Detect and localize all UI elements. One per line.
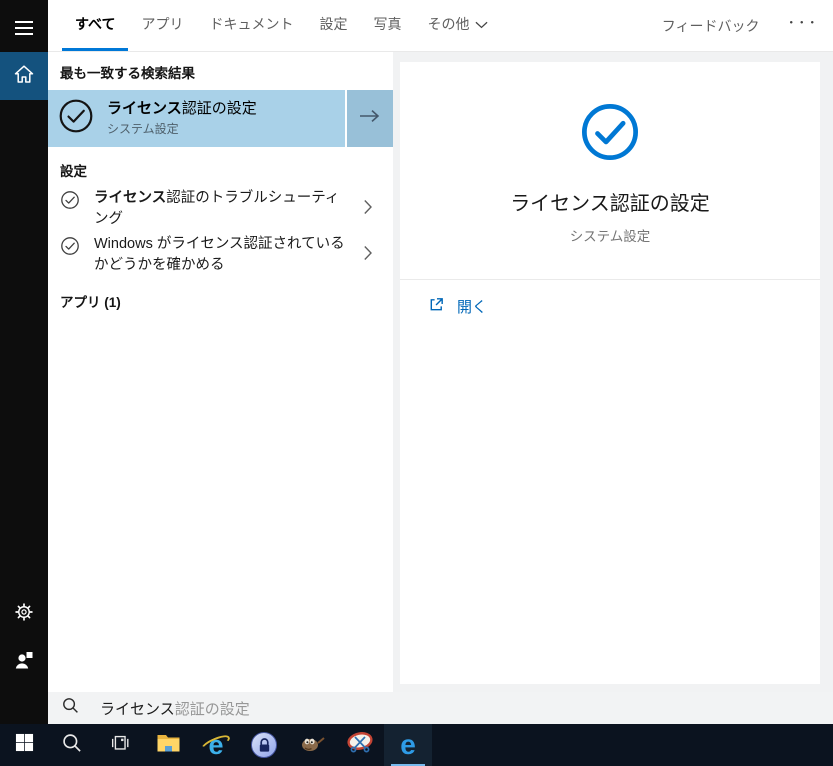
account-button[interactable] — [0, 638, 48, 686]
settings-section-header: 設定 — [60, 164, 87, 179]
internet-explorer-icon: e — [199, 731, 232, 759]
tab-label: すべて — [75, 16, 116, 32]
scissors-app-button[interactable] — [336, 724, 384, 766]
more-options-button[interactable]: ･･･ — [787, 12, 819, 39]
task-view-icon — [109, 732, 131, 759]
hamburger-bar — [15, 33, 33, 35]
hamburger-menu-icon[interactable] — [0, 4, 48, 52]
apps-section-header: アプリ (1) — [60, 295, 121, 311]
internet-explorer-button[interactable]: e — [192, 724, 240, 766]
result-item-label: ライセンス認証のトラブルシューティング — [94, 188, 349, 230]
tab-documents[interactable]: ドキュメント — [196, 0, 306, 51]
search-window: すべて アプリ ドキュメント 設定 写真 その他 フィードバック ･･･ 最も一… — [0, 0, 833, 724]
best-match-item[interactable]: ライセンス認証の設定 システム設定 — [48, 90, 345, 147]
windows-start-icon — [15, 733, 34, 757]
best-match-title: ライセンス認証の設定 — [107, 100, 257, 119]
best-match-text: ライセンス認証の設定 システム設定 — [107, 100, 257, 138]
results-panel: 最も一致する検索結果 ライセンス認証の設定 システム設定 設定 ライセンス認証の… — [48, 52, 393, 692]
tab-label: 設定 — [319, 16, 348, 32]
tab-more[interactable]: その他 — [414, 0, 501, 51]
tab-label: 写真 — [373, 16, 402, 32]
title-rest: 認証の設定 — [181, 99, 257, 117]
gear-icon — [14, 602, 34, 627]
home-icon — [13, 64, 35, 89]
hamburger-bar — [15, 27, 33, 29]
best-match-header: 最も一致する検索結果 — [60, 66, 195, 81]
label-rest: Windows がライセンス認証されているかどうかを確かめる — [94, 236, 345, 274]
chevron-right-icon — [363, 199, 373, 220]
file-explorer-button[interactable] — [144, 724, 192, 766]
check-circle-icon — [400, 102, 820, 162]
scissors-app-icon — [346, 730, 374, 761]
keepass-lock-icon — [251, 732, 277, 758]
tab-settings[interactable]: 設定 — [306, 0, 360, 51]
search-suggestion-text: 認証の設定 — [174, 700, 250, 718]
title-bold: ライセンス — [107, 99, 182, 117]
open-external-icon — [428, 296, 445, 317]
check-circle-icon — [60, 236, 80, 261]
settings-button[interactable] — [0, 590, 48, 638]
search-header: すべて アプリ ドキュメント 設定 写真 その他 フィードバック ･･･ — [48, 0, 833, 52]
search-input[interactable]: ライセンス 認証の設定 — [48, 692, 833, 724]
tab-label: ドキュメント — [209, 16, 294, 32]
file-explorer-icon — [156, 732, 181, 759]
feedback-link[interactable]: フィードバック — [662, 16, 760, 36]
task-view-button[interactable] — [96, 724, 144, 766]
open-link[interactable]: 開く — [428, 296, 820, 317]
check-circle-icon — [60, 190, 80, 215]
label-bold: ライセンス — [94, 190, 167, 206]
chevron-right-icon — [363, 245, 373, 266]
tab-label: その他 — [427, 16, 470, 32]
hamburger-bar — [15, 21, 33, 23]
divider — [400, 279, 820, 280]
preview-area: ライセンス認証の設定 システム設定 開く — [393, 52, 833, 692]
chevron-down-icon — [475, 16, 488, 32]
best-match-row: ライセンス認証の設定 システム設定 — [48, 90, 393, 147]
header-right: フィードバック ･･･ — [662, 0, 833, 51]
search-icon — [62, 733, 82, 758]
taskbar: e e — [0, 724, 833, 766]
tab-label: アプリ — [141, 16, 184, 32]
expand-arrow-button[interactable] — [347, 90, 393, 147]
edge-icon: e — [400, 729, 416, 760]
edge-button[interactable]: e — [384, 724, 432, 766]
search-typed-text: ライセンス — [100, 700, 175, 718]
taskbar-search-button[interactable] — [48, 724, 96, 766]
home-button[interactable] — [0, 52, 48, 100]
tab-apps[interactable]: アプリ — [128, 0, 196, 51]
filter-tabs: すべて アプリ ドキュメント 設定 写真 その他 — [62, 0, 501, 51]
tab-all[interactable]: すべて — [62, 0, 129, 51]
result-item-troubleshoot[interactable]: ライセンス認証のトラブルシューティング — [48, 188, 393, 230]
start-button[interactable] — [0, 724, 48, 766]
result-item-label: Windows がライセンス認証されているかどうかを確かめる — [94, 234, 349, 276]
best-match-subtitle: システム設定 — [107, 122, 179, 137]
arrow-right-icon — [359, 109, 381, 128]
preview-subtitle: システム設定 — [569, 229, 651, 244]
tab-photos[interactable]: 写真 — [360, 0, 414, 51]
preview-title: ライセンス認証の設定 — [510, 193, 710, 215]
open-label: 開く — [457, 299, 488, 316]
search-query: ライセンス 認証の設定 — [100, 698, 250, 719]
search-icon — [62, 697, 79, 719]
user-icon — [13, 649, 35, 676]
gimp-button[interactable] — [288, 724, 336, 766]
result-item-check-activation[interactable]: Windows がライセンス認証されているかどうかを確かめる — [48, 234, 393, 276]
check-circle-icon — [58, 98, 94, 139]
preview-card: ライセンス認証の設定 システム設定 開く — [400, 62, 820, 684]
keepass-button[interactable] — [240, 724, 288, 766]
left-rail — [0, 0, 48, 724]
gimp-icon — [299, 731, 325, 760]
